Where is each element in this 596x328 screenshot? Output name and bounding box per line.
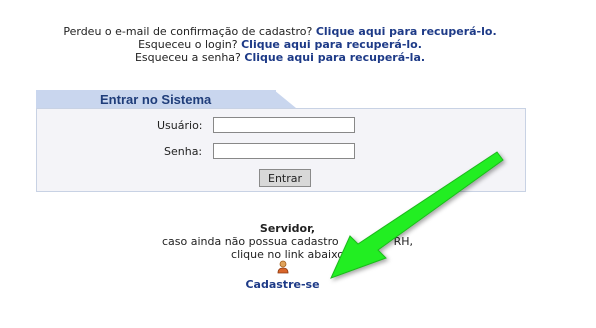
arrow-annotation: [330, 151, 504, 279]
